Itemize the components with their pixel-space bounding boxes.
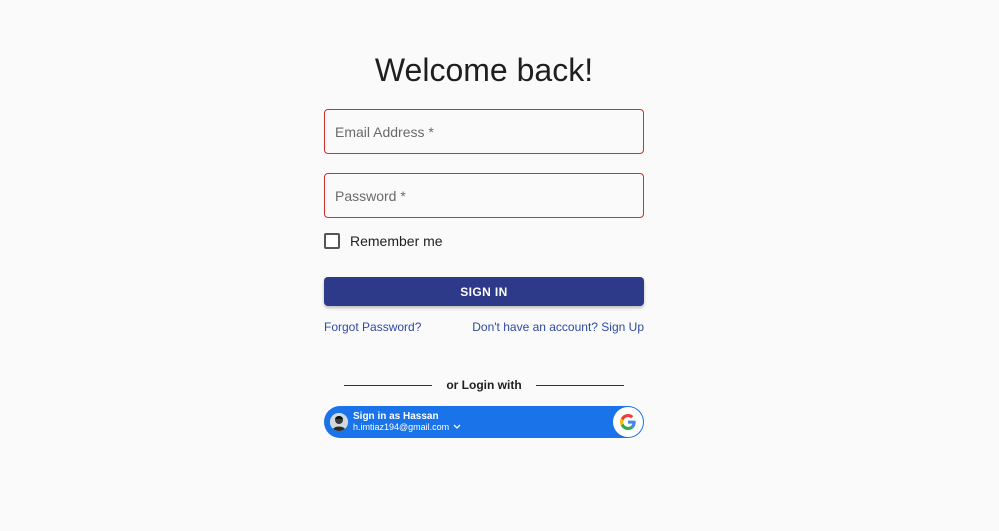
email-field[interactable] <box>324 109 644 154</box>
forgot-password-link[interactable]: Forgot Password? <box>324 320 421 334</box>
google-account-email-row: h.imtiaz194@gmail.com <box>353 422 461 433</box>
email-input[interactable] <box>325 110 643 153</box>
avatar <box>330 413 348 431</box>
login-page: Welcome back! Remember me SIGN IN Forgot… <box>0 0 999 531</box>
sign-in-button[interactable]: SIGN IN <box>324 277 644 306</box>
password-field[interactable] <box>324 173 644 218</box>
google-account-email: h.imtiaz194@gmail.com <box>353 422 450 432</box>
divider-right <box>536 385 624 386</box>
divider-left <box>344 385 432 386</box>
remember-label: Remember me <box>350 233 443 249</box>
password-input[interactable] <box>325 174 643 217</box>
sign-up-link[interactable]: Don't have an account? Sign Up <box>472 320 644 334</box>
google-logo-icon <box>613 407 643 437</box>
divider-label: or Login with <box>446 378 522 392</box>
google-sign-in-button[interactable]: Sign in as Hassan h.imtiaz194@gmail.com <box>324 406 644 438</box>
remember-checkbox[interactable] <box>324 233 340 249</box>
remember-me[interactable]: Remember me <box>324 232 443 250</box>
page-title: Welcome back! <box>374 52 594 88</box>
chevron-down-icon[interactable] <box>453 422 461 433</box>
